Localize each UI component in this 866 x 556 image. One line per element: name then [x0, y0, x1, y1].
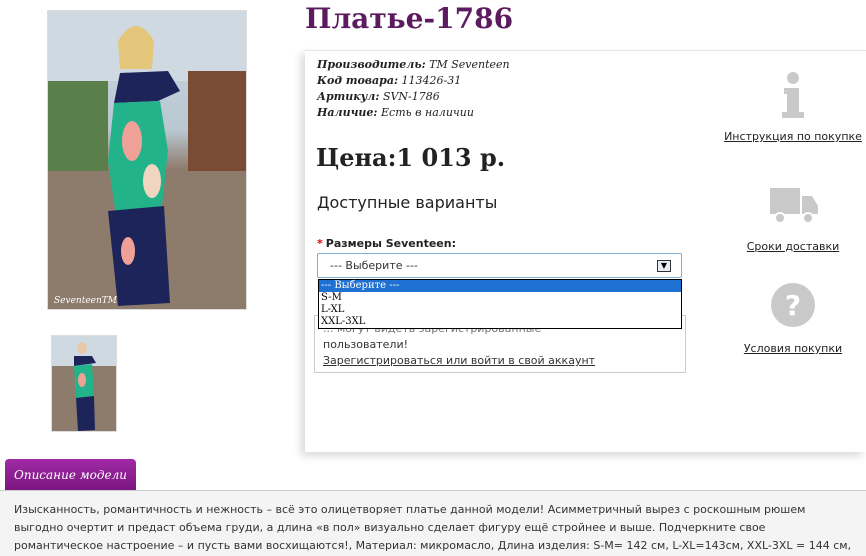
manufacturer-link[interactable]: TM Seventeen: [429, 58, 509, 71]
notice-text-line2: пользователи!: [323, 338, 409, 351]
dress-photo-image: SeventeenTM: [48, 11, 246, 309]
tab-description[interactable]: Описание модели: [5, 459, 136, 491]
size-option[interactable]: L-XL: [319, 304, 681, 316]
info-icon: [782, 72, 804, 118]
dress-thumb-image: [52, 336, 116, 431]
spec-product-code: Код товара: 113426-31: [317, 74, 462, 87]
delivery-block[interactable]: Сроки доставки: [720, 178, 866, 253]
chevron-down-icon[interactable]: ▼: [657, 260, 671, 272]
question-icon: ?: [771, 283, 815, 327]
instruction-block[interactable]: Инструкция по покупке: [720, 68, 866, 143]
required-marker: *: [317, 237, 323, 250]
spec-manufacturer: Производитель: TM Seventeen: [317, 58, 510, 71]
instruction-link[interactable]: Инструкция по покупке: [724, 130, 862, 143]
delivery-link[interactable]: Сроки доставки: [747, 240, 840, 253]
size-option[interactable]: S-M: [319, 292, 681, 304]
watermark-text: SeventeenTM: [54, 296, 118, 306]
product-thumbnail[interactable]: [51, 335, 117, 432]
size-option[interactable]: --- Выберите ---: [319, 280, 681, 292]
size-label: * Размеры Seventeen:: [317, 237, 456, 250]
size-dropdown-list[interactable]: --- Выберите --- S-M L-XL XXL-3XL: [318, 279, 682, 329]
spec-article: Артикул: SVN-1786: [317, 90, 440, 103]
terms-block[interactable]: ? Условия покупки: [720, 280, 866, 355]
size-select[interactable]: --- Выберите --- ▼: [317, 253, 682, 278]
terms-link[interactable]: Условия покупки: [744, 342, 842, 355]
variants-heading: Доступные варианты: [317, 193, 498, 212]
product-price: Цена:1 013 р.: [316, 143, 506, 172]
product-title: Платье-1786: [305, 2, 514, 35]
description-text: Изысканность, романтичность и нежность –…: [14, 503, 852, 552]
svg-text:?: ?: [785, 289, 801, 322]
truck-icon: [770, 188, 818, 224]
product-main-photo[interactable]: SeventeenTM: [47, 10, 247, 310]
product-specs: Производитель: TM Seventeen Код товара: …: [317, 57, 510, 121]
description-panel: Изысканность, романтичность и нежность –…: [0, 490, 866, 556]
size-select-value: --- Выберите ---: [330, 259, 418, 272]
spec-availability: Наличие: Есть в наличии: [317, 106, 474, 119]
size-option[interactable]: XXL-3XL: [319, 316, 681, 328]
register-login-link[interactable]: Зарегистрироваться или войти в свой акка…: [323, 354, 595, 367]
